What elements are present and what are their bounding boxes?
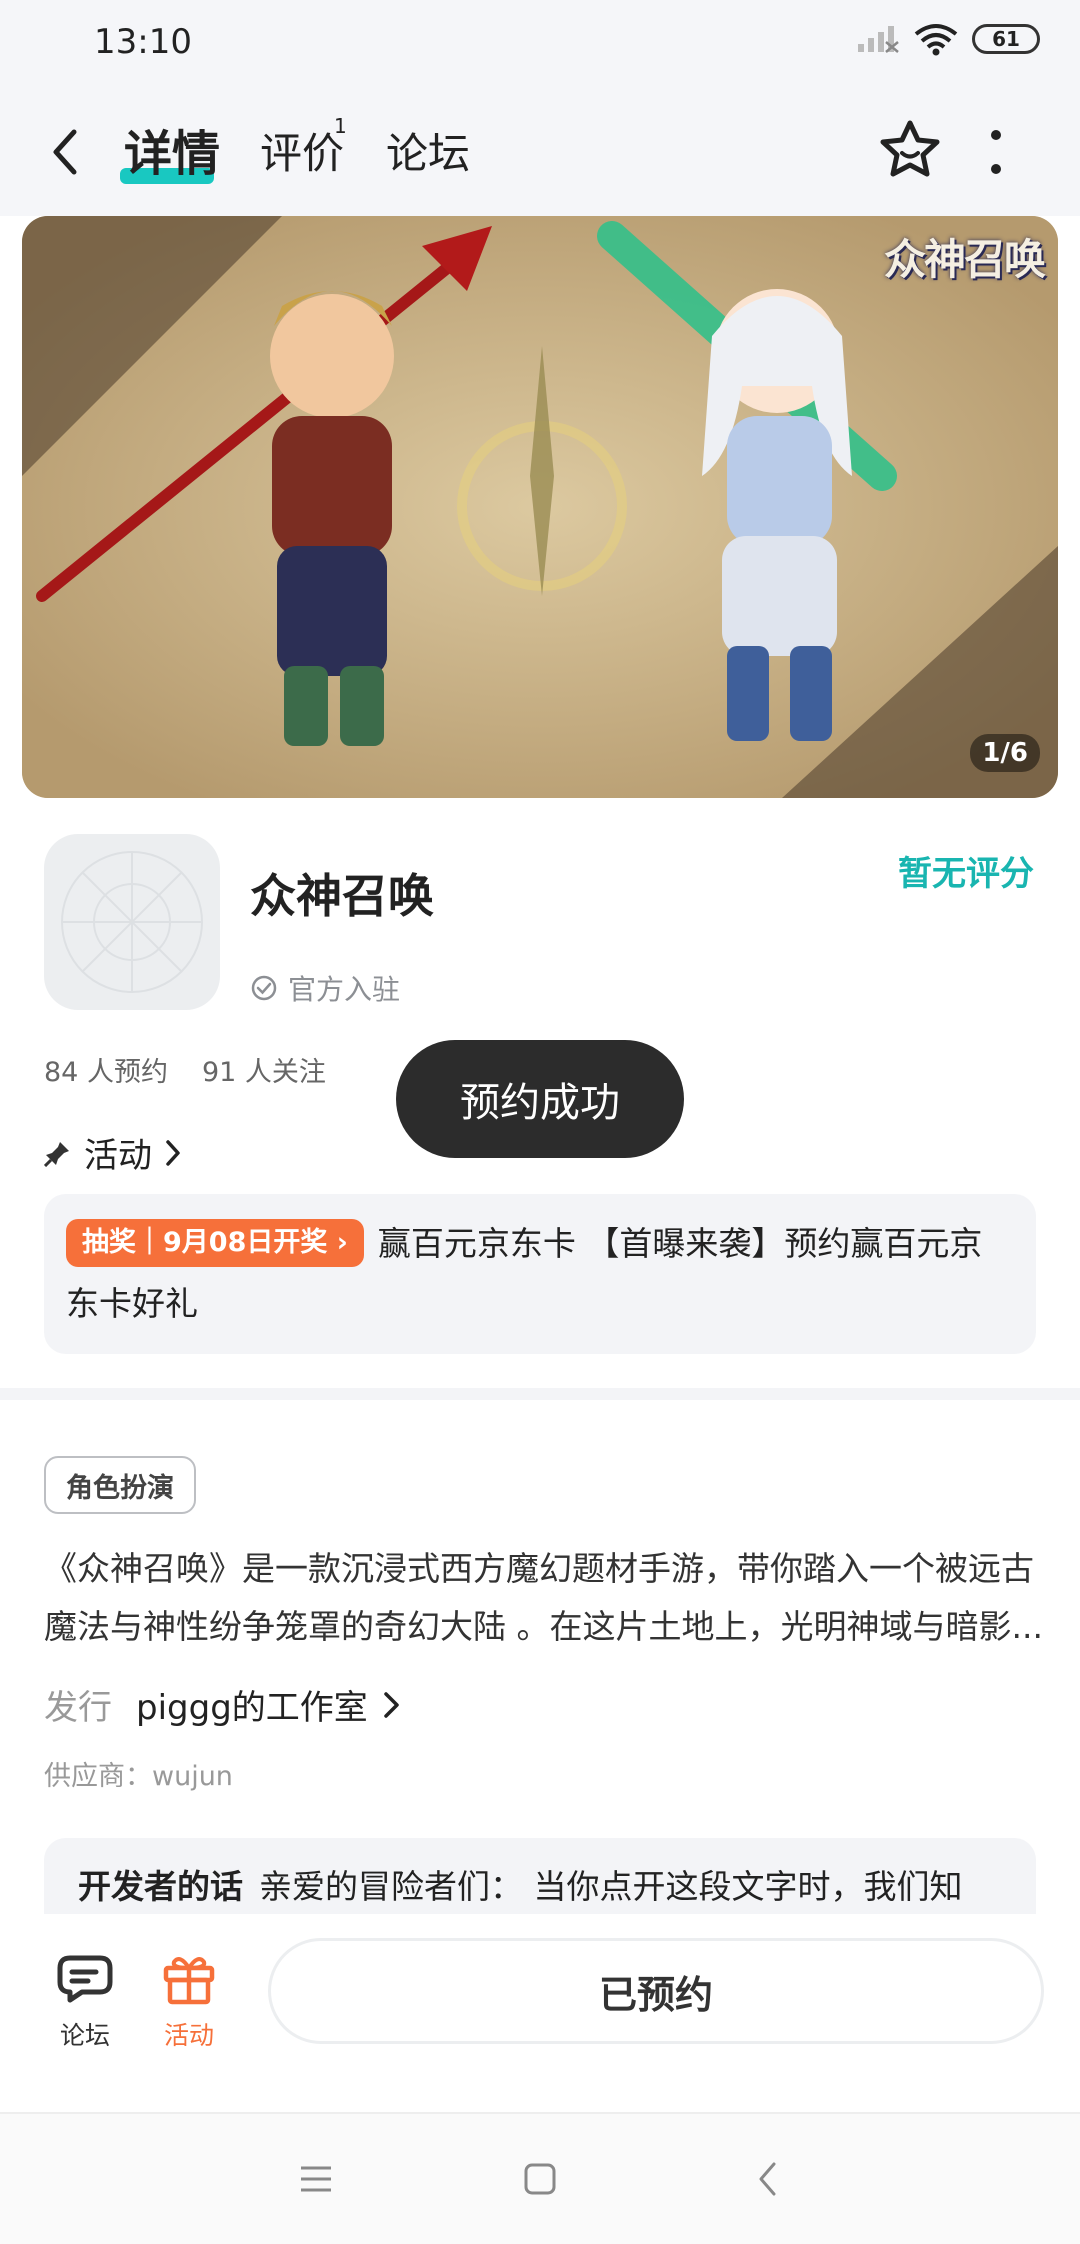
- status-bar: 13:10 61: [0, 0, 1080, 86]
- app-title: 众神召唤: [250, 869, 434, 923]
- back-button[interactable]: [50, 122, 94, 182]
- system-nav-bar: [0, 2112, 1080, 2244]
- tab-forum[interactable]: 论坛: [386, 120, 470, 181]
- more-options-button[interactable]: [986, 130, 1006, 174]
- battery-indicator: 61: [972, 24, 1040, 54]
- more-dot-icon: [991, 130, 1001, 140]
- app-stats: 84 人预约 91 人关注: [44, 1050, 326, 1089]
- tab-reviews[interactable]: 评价: [260, 120, 344, 181]
- developer-notes-text: 亲爱的冒险者们： 当你点开这段文字时，我们知: [259, 1867, 963, 1906]
- supplier-info: 供应商：wujun: [44, 1761, 233, 1792]
- lottery-badge-label: 抽奖｜9月08日开奖: [82, 1227, 328, 1258]
- section-divider: [0, 1388, 1080, 1400]
- game-description[interactable]: 《众神召唤》是一款沉浸式西方魔幻题材手游，带你踏入一个被远古魔法与神性纷争笼罩的…: [44, 1540, 1044, 1656]
- forum-button[interactable]: 论坛: [40, 1952, 130, 2052]
- lottery-badge: 抽奖｜9月08日开奖 ›: [66, 1219, 364, 1267]
- status-time: 13:10: [94, 22, 192, 62]
- rating-label: 暂无评分: [898, 854, 1034, 894]
- chevron-right-icon: [384, 1691, 399, 1718]
- publisher-label: 发行: [44, 1688, 112, 1728]
- wifi-icon: [914, 24, 958, 56]
- success-toast: 预约成功: [396, 1040, 684, 1158]
- tab-details-label: 详情: [124, 126, 221, 182]
- activity-label: 活动: [163, 2021, 214, 2050]
- tab-reviews-label: 评价: [260, 129, 345, 178]
- more-dot-icon: [991, 164, 1001, 174]
- chat-bubble-icon: [57, 1955, 113, 2003]
- back-nav-button[interactable]: [738, 2154, 798, 2204]
- activity-section-label: 活动: [84, 1136, 152, 1176]
- developer-notes-title: 开发者的话: [78, 1867, 243, 1906]
- star-face-icon: [880, 120, 940, 177]
- reviews-count-badge: 1: [334, 114, 347, 138]
- chevron-left-icon: [53, 129, 77, 175]
- game-logo: 众神召唤: [883, 235, 1046, 284]
- forum-label: 论坛: [59, 2021, 110, 2050]
- reservation-count: 84 人预约: [44, 1057, 168, 1088]
- activity-button[interactable]: 活动: [144, 1952, 234, 2052]
- carousel-counter: 1/6: [970, 734, 1040, 772]
- gift-icon: [163, 1957, 215, 2005]
- bottom-action-bar: 论坛 活动 已预约: [0, 1914, 1080, 2112]
- chevron-right-icon: [166, 1139, 180, 1166]
- genre-tag[interactable]: 角色扮演: [44, 1456, 196, 1514]
- pin-icon: [44, 1141, 69, 1167]
- publisher-link[interactable]: 发行 piggg的工作室: [44, 1680, 402, 1729]
- screenshot-carousel[interactable]: 众神召唤 1/6: [22, 216, 1058, 798]
- activity-card[interactable]: 抽奖｜9月08日开奖 › 赢百元京东卡 【首曝来袭】预约赢百元京东卡好礼: [44, 1194, 1036, 1354]
- home-nav-button[interactable]: [510, 2154, 570, 2204]
- menu-nav-button[interactable]: [286, 2154, 346, 2204]
- app-icon: [44, 834, 220, 1010]
- activity-section-link[interactable]: 活动: [44, 1128, 182, 1177]
- top-nav: 详情 评价 1 论坛: [0, 86, 1080, 216]
- publisher-name: piggg的工作室: [136, 1688, 368, 1728]
- official-badge: 官方入驻: [250, 968, 400, 1008]
- tab-details[interactable]: 详情: [124, 114, 220, 184]
- menu-icon: [301, 2166, 331, 2192]
- game-artwork: [22, 216, 1058, 798]
- favorite-button[interactable]: [878, 118, 942, 182]
- chevron-left-icon: [759, 2162, 776, 2196]
- square-icon: [524, 2163, 556, 2195]
- follower-count: 91 人关注: [201, 1057, 326, 1088]
- check-circle-icon: [251, 975, 277, 1001]
- status-icons: 61: [856, 22, 1040, 56]
- tab-forum-label: 论坛: [386, 129, 471, 178]
- reserved-button[interactable]: 已预约: [268, 1938, 1044, 2044]
- official-label: 官方入驻: [288, 973, 401, 1006]
- signal-icon: [858, 26, 899, 53]
- placeholder-icon: [61, 851, 203, 993]
